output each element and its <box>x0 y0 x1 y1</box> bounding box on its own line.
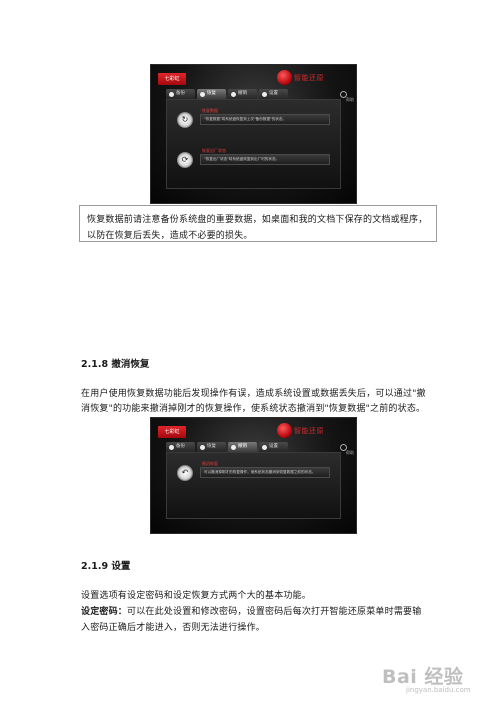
content-panel: ↻ 恢复数据 "恢复数据"将系统盘恢复到上次"备份数据"的状态。 ⟳ 恢复出厂状… <box>166 99 341 189</box>
tab-settings[interactable]: 设置 <box>259 442 288 452</box>
undo-icon <box>231 91 236 97</box>
app-title: 智能还原 <box>294 427 324 435</box>
tab-bar: 备份 恢复 撤销 设置 <box>166 442 288 452</box>
app-logo-icon <box>277 423 292 438</box>
factory-reset-icon: ⟳ <box>177 152 193 168</box>
restore-icon <box>200 91 205 97</box>
content-panel: ↶ 撤消恢复 可以撤消掉刚才的恢复操作，使系统状态撤消到恢复数据之前的状态。 <box>166 452 341 519</box>
app-screenshot-undo: 七彩虹 智能还原 备份 恢复 撤销 设置 帮助 ↶ 撤消恢复 可以撤消掉刚才的恢… <box>150 417 357 534</box>
tab-bar: 备份 恢复 撤销 设置 <box>166 89 288 99</box>
app-title: 智能还原 <box>294 74 324 82</box>
note-line-2: 以防在恢复后丢失，造成不必要的损失。 <box>87 231 253 241</box>
backup-icon <box>169 444 174 450</box>
password-paragraph-cont: 入密码正确后才能进入，否则无法进行操作。 <box>81 623 266 633</box>
app-logo-icon <box>277 70 292 85</box>
note-line-1: 恢复数据前请注意备份系统盘的重要数据，如桌面和我的文档下保存的文档或程序， <box>87 215 428 225</box>
option-restore-data[interactable]: ↻ 恢复数据 "恢复数据"将系统盘恢复到上次"备份数据"的状态。 <box>177 106 330 132</box>
help-label: 帮助 <box>346 450 354 455</box>
password-paragraph: 设定密码：可以在此处设置和修改密码，设置密码后每次打开智能还原菜单时需要输 <box>81 604 421 617</box>
tab-undo[interactable]: 撤销 <box>228 442 257 452</box>
option-factory-reset[interactable]: ⟳ 恢复出厂状态 "恢复出厂状态"将系统盘恢复到出厂时的状态。 <box>177 146 330 172</box>
option-description: "恢复出厂状态"将系统盘恢复到出厂时的状态。 <box>200 154 330 165</box>
app-screenshot-restore: 七彩虹 智能还原 备份 恢复 撤销 设置 帮助 ↻ 恢复数据 "恢复数据"将系统… <box>150 64 357 204</box>
tab-restore[interactable]: 恢复 <box>197 89 226 99</box>
watermark-url: jingyan.baidu.com <box>406 686 471 694</box>
help-label: 帮助 <box>346 97 354 102</box>
password-label: 设定密码： <box>81 607 128 617</box>
gear-icon <box>262 91 267 97</box>
section-218-line-1: 在用户使用恢复数据功能后发现操作有误，造成系统设置或数据丢失后，可以通过"撤 <box>81 389 426 399</box>
restore-icon <box>200 444 205 450</box>
baidu-watermark: Bai 经验 jingyan.baidu.com <box>382 660 492 700</box>
section-heading-219: 2.1.9 设置 <box>81 561 131 572</box>
tab-backup[interactable]: 备份 <box>166 89 195 99</box>
option-undo-restore[interactable]: ↶ 撤消恢复 可以撤消掉刚才的恢复操作，使系统状态撤消到恢复数据之前的状态。 <box>177 459 330 485</box>
brand-logo: 七彩虹 <box>158 426 186 438</box>
undo-icon <box>231 444 236 450</box>
section-heading-218: 2.1.8 撤消恢复 <box>81 359 150 370</box>
settings-intro: 设置选项有设定密码和设定恢复方式两个大的基本功能。 <box>81 591 312 601</box>
backup-icon <box>169 91 174 97</box>
note-box: 恢复数据前请注意备份系统盘的重要数据，如桌面和我的文档下保存的文档或程序， 以防… <box>79 205 437 242</box>
tab-backup[interactable]: 备份 <box>166 442 195 452</box>
section-218-line-2: 消恢复"的功能来撤消掉刚才的恢复操作，使系统状态撤消到"恢复数据"之前的状态。 <box>81 404 426 414</box>
option-description: "恢复数据"将系统盘恢复到上次"备份数据"的状态。 <box>200 114 330 125</box>
tab-settings[interactable]: 设置 <box>259 89 288 99</box>
option-description: 可以撤消掉刚才的恢复操作，使系统状态撤消到恢复数据之前的状态。 <box>200 467 330 478</box>
tab-undo[interactable]: 撤销 <box>228 89 257 99</box>
password-text: 可以在此处设置和修改密码，设置密码后每次打开智能还原菜单时需要输 <box>127 607 422 617</box>
watermark-main: Bai 经验 <box>382 666 464 688</box>
undo-arrow-icon: ↶ <box>177 465 193 481</box>
gear-icon <box>262 444 267 450</box>
restore-data-icon: ↻ <box>177 112 193 128</box>
brand-logo: 七彩虹 <box>158 73 186 85</box>
tab-restore[interactable]: 恢复 <box>197 442 226 452</box>
